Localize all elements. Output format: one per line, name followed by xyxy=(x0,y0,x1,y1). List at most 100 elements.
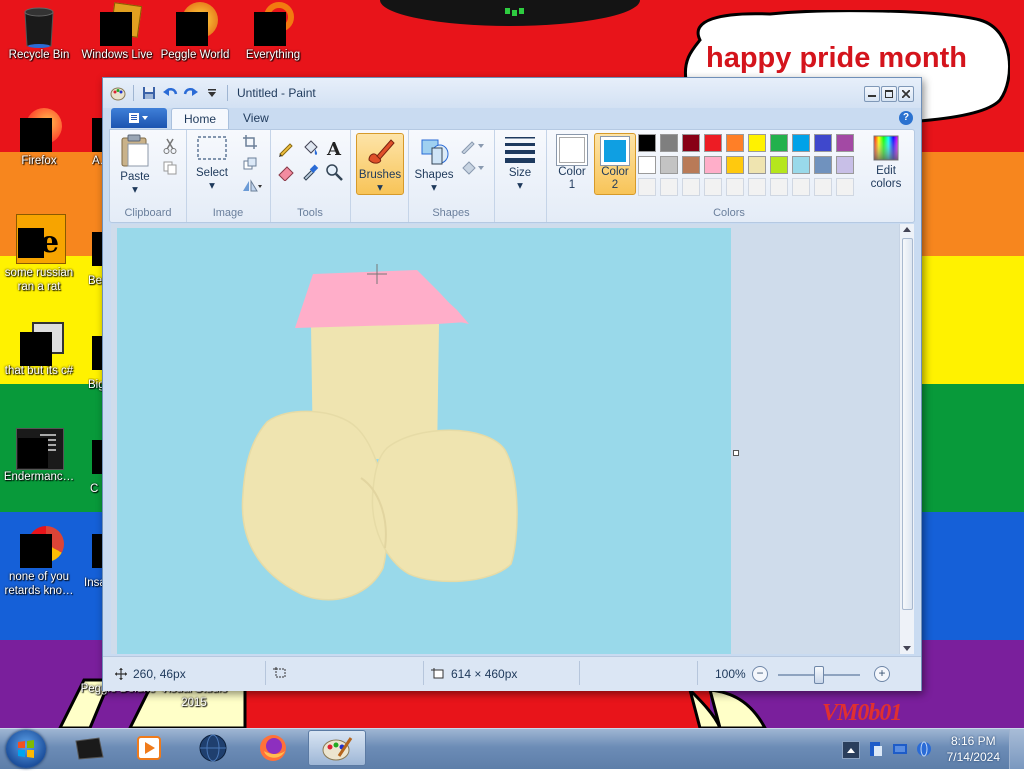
palette-swatch[interactable] xyxy=(792,134,810,152)
palette-swatch[interactable] xyxy=(770,156,788,174)
palette-swatch[interactable] xyxy=(704,156,722,174)
start-button[interactable] xyxy=(6,730,46,768)
tab-home[interactable]: Home xyxy=(171,108,230,130)
rotate-icon[interactable] xyxy=(240,176,264,196)
palette-swatch[interactable] xyxy=(792,156,810,174)
zoom-out-button[interactable]: − xyxy=(752,666,768,682)
canvas-resize-handle[interactable] xyxy=(733,450,739,456)
close-icon xyxy=(902,90,910,98)
palette-swatch-custom-empty[interactable] xyxy=(726,178,744,196)
desktop-icon-none-of-you[interactable]: none of you retards kno… xyxy=(0,526,78,598)
redo-icon[interactable] xyxy=(182,84,200,102)
palette-swatch[interactable] xyxy=(748,156,766,174)
desktop-icon-everything[interactable]: Everything xyxy=(234,2,312,62)
help-icon[interactable]: ? xyxy=(899,111,913,125)
save-icon[interactable] xyxy=(140,84,158,102)
shapes-group-label: Shapes xyxy=(432,207,470,219)
tray-app-icon[interactable] xyxy=(868,741,884,757)
color-picker-icon[interactable] xyxy=(300,162,320,182)
crop-icon[interactable] xyxy=(240,132,260,152)
palette-swatch-custom-empty[interactable] xyxy=(704,178,722,196)
palette-swatch-custom-empty[interactable] xyxy=(638,178,656,196)
eraser-icon[interactable] xyxy=(276,162,296,182)
palette-swatch[interactable] xyxy=(682,156,700,174)
taskbar-app-1[interactable] xyxy=(60,730,118,766)
magnifier-icon[interactable] xyxy=(324,162,344,182)
desktop-icon-peggle-world[interactable]: Peggle World xyxy=(156,2,234,62)
network-icon[interactable] xyxy=(916,741,932,757)
palette-swatch-custom-empty[interactable] xyxy=(660,178,678,196)
palette-swatch[interactable] xyxy=(660,156,678,174)
desktop-icon-firefox[interactable]: Firefox xyxy=(0,108,78,168)
desktop-icon-insa[interactable]: Insa xyxy=(84,534,104,590)
palette-swatch-custom-empty[interactable] xyxy=(792,178,810,196)
palette-swatch-custom-empty[interactable] xyxy=(748,178,766,196)
taskbar-firefox[interactable] xyxy=(244,730,302,766)
maximize-button[interactable] xyxy=(881,86,897,102)
brushes-button[interactable]: Brushes ▾ xyxy=(356,133,404,195)
palette-swatch[interactable] xyxy=(726,134,744,152)
close-button[interactable] xyxy=(898,86,914,102)
zoom-slider-thumb[interactable] xyxy=(814,666,824,684)
palette-swatch-custom-empty[interactable] xyxy=(682,178,700,196)
desktop-icon-windows-live[interactable]: Windows Live xyxy=(78,2,156,62)
color2-button[interactable]: Color 2 xyxy=(594,133,636,195)
action-center-icon[interactable] xyxy=(892,741,908,757)
pencil-icon[interactable] xyxy=(276,138,296,158)
select-button[interactable]: Select ▾ xyxy=(192,134,232,193)
scrollbar-thumb[interactable] xyxy=(902,238,913,610)
palette-swatch[interactable] xyxy=(660,134,678,152)
palette-swatch[interactable] xyxy=(814,134,832,152)
taskbar-paint[interactable] xyxy=(308,730,366,766)
color1-frame xyxy=(556,134,588,166)
palette-swatch[interactable] xyxy=(638,134,656,152)
fill-icon[interactable] xyxy=(300,138,320,158)
file-menu-button[interactable] xyxy=(111,108,167,128)
fill-shape-icon[interactable] xyxy=(460,158,486,178)
palette-swatch[interactable] xyxy=(704,134,722,152)
palette-swatch-custom-empty[interactable] xyxy=(836,178,854,196)
desktop-icon-recycle-bin[interactable]: Recycle Bin xyxy=(0,6,78,62)
edit-colors-button[interactable]: Edit colors xyxy=(864,134,908,191)
undo-icon[interactable] xyxy=(161,84,179,102)
palette-swatch[interactable] xyxy=(836,156,854,174)
show-hidden-icons-button[interactable] xyxy=(842,741,860,759)
palette-swatch[interactable] xyxy=(726,156,744,174)
paste-button[interactable]: Paste ▾ xyxy=(114,134,156,197)
size-button[interactable]: Size ▾ xyxy=(500,134,540,193)
taskbar-media-player[interactable] xyxy=(120,730,178,766)
clock[interactable]: 8:16 PM 7/14/2024 xyxy=(947,733,1000,765)
vertical-scrollbar[interactable] xyxy=(899,224,914,654)
palette-swatch[interactable] xyxy=(682,134,700,152)
cut-icon[interactable] xyxy=(160,136,180,156)
copy-icon[interactable] xyxy=(160,158,180,178)
tab-view[interactable]: View xyxy=(231,108,281,129)
palette-swatch-custom-empty[interactable] xyxy=(770,178,788,196)
minimize-button[interactable] xyxy=(864,86,880,102)
outline-icon[interactable] xyxy=(460,136,486,156)
scroll-down-icon[interactable] xyxy=(900,642,914,654)
scroll-up-icon[interactable] xyxy=(900,224,914,236)
palette-swatch[interactable] xyxy=(814,156,832,174)
colors-group: Color 1 Color 2 Edit colors Colors xyxy=(546,130,912,222)
palette-swatch[interactable] xyxy=(770,134,788,152)
resize-icon[interactable] xyxy=(240,154,260,174)
drawing-canvas[interactable] xyxy=(117,228,731,654)
palette-swatch-custom-empty[interactable] xyxy=(814,178,832,196)
customize-toolbar-dropdown-icon[interactable] xyxy=(203,84,221,102)
show-desktop-button[interactable] xyxy=(1009,729,1024,769)
title-bar[interactable]: Untitled - Paint xyxy=(103,78,921,108)
recycle-bin-icon xyxy=(20,6,58,48)
zoom-in-button[interactable]: + xyxy=(874,666,890,682)
desktop-icon-that-but-its-csharp[interactable]: that but its c# xyxy=(0,322,78,378)
desktop-icon-some-russian-ran-a-rat[interactable]: e some russian ran a rat xyxy=(0,214,78,294)
palette-swatch[interactable] xyxy=(748,134,766,152)
paint-app-icon[interactable] xyxy=(109,84,127,102)
desktop-icon-endermanch[interactable]: Endermanc… xyxy=(0,428,78,484)
palette-swatch[interactable] xyxy=(836,134,854,152)
palette-swatch[interactable] xyxy=(638,156,656,174)
color1-button[interactable]: Color 1 xyxy=(552,134,592,192)
shapes-button[interactable]: Shapes ▾ xyxy=(412,134,456,195)
taskbar-app-globe[interactable] xyxy=(184,730,242,766)
text-icon[interactable]: A xyxy=(324,138,344,158)
